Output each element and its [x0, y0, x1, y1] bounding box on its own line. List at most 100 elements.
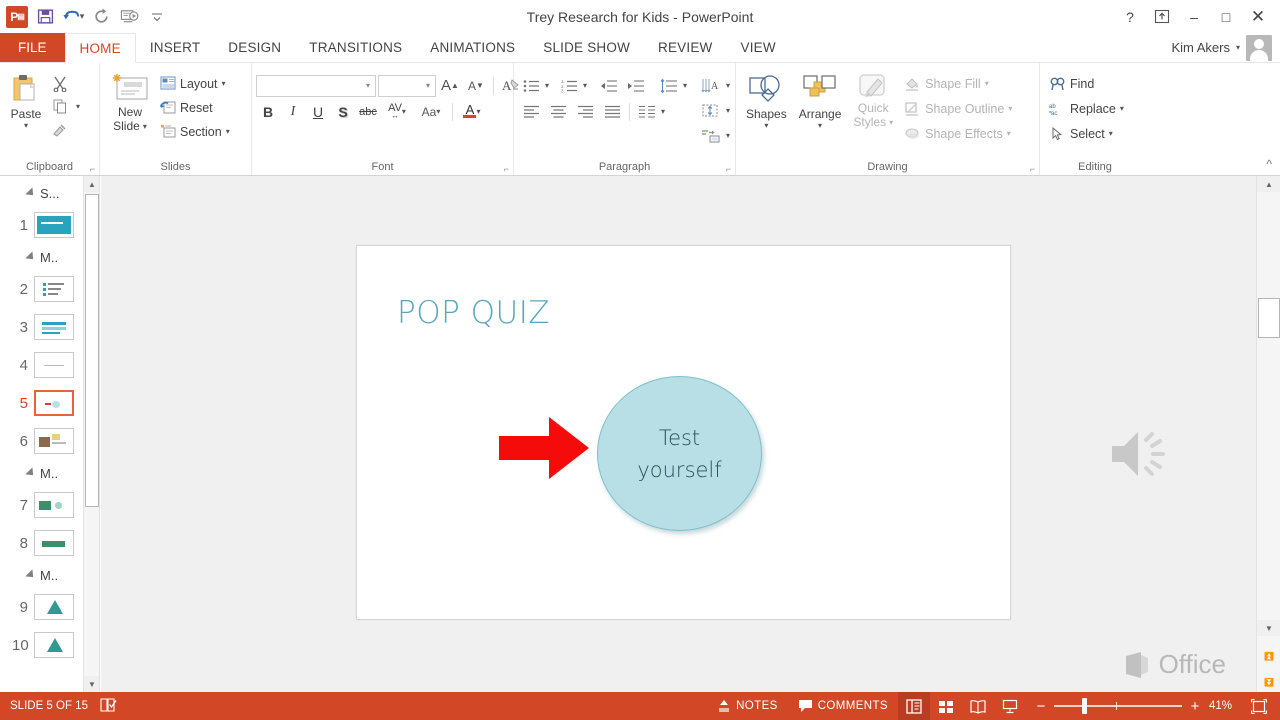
section-collapse-icon[interactable]	[25, 251, 37, 263]
start-slideshow-icon[interactable]	[116, 4, 142, 30]
underline-button[interactable]: U	[306, 100, 330, 123]
font-color-button[interactable]: A ▾	[457, 100, 487, 123]
reset-button[interactable]: Reset	[156, 96, 234, 119]
layout-button[interactable]: Layout ▾	[156, 72, 234, 95]
replace-button[interactable]: ab ac Replace ▾	[1044, 97, 1128, 120]
thumbnail-preview[interactable]	[34, 530, 74, 556]
replace-dropdown-icon[interactable]: ▾	[1120, 104, 1124, 113]
ribbon-display-options-button[interactable]	[1146, 2, 1178, 32]
speaker-icon[interactable]	[1106, 424, 1176, 489]
columns-dropdown-icon[interactable]: ▾	[661, 107, 665, 116]
columns-button[interactable]	[634, 100, 660, 123]
reading-view-button[interactable]	[962, 692, 994, 720]
shape-fill-dropdown-icon[interactable]: ▾	[985, 79, 989, 88]
thumbnail-preview[interactable]	[34, 276, 74, 302]
change-case-button[interactable]: Aa ▾	[414, 100, 448, 123]
notes-button[interactable]: NOTES	[707, 692, 788, 720]
section-collapse-icon[interactable]	[25, 569, 37, 581]
cut-button[interactable]	[48, 72, 72, 95]
zoom-in-button[interactable]: +	[1188, 698, 1202, 715]
italic-button[interactable]: I	[281, 100, 305, 123]
user-menu-chevron-icon[interactable]: ▾	[1236, 43, 1240, 52]
thumbnail-preview[interactable]	[34, 314, 74, 340]
paste-button[interactable]: Paste ▾	[4, 68, 48, 133]
slide-area-scrollbar[interactable]: ▲ ▼ ⏫ ⏬	[1256, 176, 1280, 692]
help-button[interactable]: ?	[1114, 2, 1146, 32]
thumbnail-preview[interactable]	[34, 594, 74, 620]
previous-slide-button[interactable]: ⏫	[1257, 648, 1280, 664]
red-arrow-shape[interactable]	[497, 406, 592, 496]
thumbnail-scrollbar-thumb[interactable]	[85, 194, 99, 507]
align-right-button[interactable]	[572, 100, 598, 123]
clipboard-dialog-launcher[interactable]: ⌐	[90, 164, 95, 174]
bullets-dropdown-icon[interactable]: ▾	[545, 81, 549, 90]
increase-list-level-button[interactable]	[623, 74, 649, 97]
slide-canvas[interactable]: POP QUIZ Test yourself	[356, 245, 1011, 620]
tab-insert[interactable]: INSERT	[136, 33, 214, 62]
paste-dropdown-icon[interactable]: ▾	[24, 121, 28, 130]
undo-icon[interactable]: ▾	[60, 4, 86, 30]
character-spacing-dropdown-icon[interactable]: ▾	[402, 107, 406, 116]
tab-home[interactable]: HOME	[64, 33, 136, 63]
shape-outline-button[interactable]: Shape Outline ▾	[899, 97, 1016, 120]
scroll-up-button[interactable]: ▲	[1257, 176, 1280, 192]
fit-to-window-button[interactable]	[1246, 692, 1272, 720]
redo-icon[interactable]	[88, 4, 114, 30]
section-button[interactable]: Section ▾	[156, 120, 234, 143]
scroll-down-button[interactable]: ▼	[1257, 620, 1280, 636]
format-painter-button[interactable]	[48, 118, 72, 141]
align-text-dropdown-icon[interactable]: ▾	[726, 106, 730, 115]
quick-styles-button[interactable]: Quick Styles ▾	[847, 68, 899, 132]
maximize-button[interactable]: □	[1210, 2, 1242, 32]
section-collapse-icon[interactable]	[25, 467, 37, 479]
line-spacing-dropdown-icon[interactable]: ▾	[683, 81, 687, 90]
tab-slide-show[interactable]: SLIDE SHOW	[529, 33, 644, 62]
change-case-dropdown-icon[interactable]: ▾	[436, 107, 440, 116]
thumbnail-preview[interactable]	[34, 428, 74, 454]
tab-review[interactable]: REVIEW	[644, 33, 726, 62]
thumbnail-preview[interactable]	[34, 390, 74, 416]
thumbnail-preview[interactable]	[34, 632, 74, 658]
thumbnail-preview[interactable]	[34, 212, 74, 238]
select-button[interactable]: Select ▾	[1044, 122, 1128, 145]
paragraph-dialog-launcher[interactable]: ⌐	[726, 164, 731, 174]
slide-title-text[interactable]: POP QUIZ	[397, 295, 550, 331]
shape-outline-dropdown-icon[interactable]: ▾	[1008, 104, 1012, 113]
align-text-button[interactable]	[697, 99, 725, 122]
smartart-dropdown-icon[interactable]: ▾	[726, 131, 730, 140]
justify-button[interactable]	[599, 100, 625, 123]
comments-button[interactable]: COMMENTS	[788, 692, 898, 720]
text-shadow-button[interactable]: S	[331, 100, 355, 123]
numbering-dropdown-icon[interactable]: ▾	[583, 81, 587, 90]
decrease-list-level-button[interactable]	[596, 74, 622, 97]
shapes-button[interactable]: Shapes ▾	[740, 68, 793, 133]
scrollbar-thumb[interactable]	[1258, 298, 1280, 338]
save-icon[interactable]	[32, 4, 58, 30]
spell-check-icon[interactable]	[100, 697, 118, 716]
thumbnail-scroll-down-button[interactable]: ▼	[84, 676, 99, 692]
strikethrough-button[interactable]: abc	[356, 100, 380, 123]
font-name-dropdown-icon[interactable]: ▾	[363, 81, 373, 90]
slide-counter[interactable]: SLIDE 5 OF 15	[10, 700, 88, 712]
next-slide-button[interactable]: ⏬	[1257, 674, 1280, 690]
slide-sorter-view-button[interactable]	[930, 692, 962, 720]
powerpoint-logo-icon[interactable]: P ▤	[4, 4, 30, 30]
tab-animations[interactable]: ANIMATIONS	[416, 33, 529, 62]
customize-quick-access-toolbar-icon[interactable]	[144, 4, 170, 30]
close-button[interactable]: ✕	[1242, 2, 1274, 32]
thumbnail-scrollbar[interactable]: ▲ ▼	[83, 176, 99, 692]
thumbnail-scroll-up-button[interactable]: ▲	[84, 176, 99, 192]
select-dropdown-icon[interactable]: ▾	[1109, 129, 1113, 138]
shape-fill-button[interactable]: Shape Fill ▾	[899, 72, 1016, 95]
section-collapse-icon[interactable]	[25, 187, 37, 199]
line-spacing-button[interactable]	[656, 74, 682, 97]
tab-transitions[interactable]: TRANSITIONS	[295, 33, 416, 62]
new-slide-button[interactable]: New Slide ▾	[104, 68, 156, 136]
new-slide-dropdown-icon[interactable]: ▾	[143, 122, 147, 131]
bold-button[interactable]: B	[256, 100, 280, 123]
tab-file[interactable]: FILE	[0, 33, 65, 62]
slide-editing-area[interactable]: POP QUIZ Test yourself Office	[101, 176, 1256, 692]
undo-dropdown-icon[interactable]: ▾	[80, 11, 85, 22]
zoom-out-button[interactable]: −	[1034, 698, 1048, 715]
find-button[interactable]: Find	[1044, 72, 1128, 95]
